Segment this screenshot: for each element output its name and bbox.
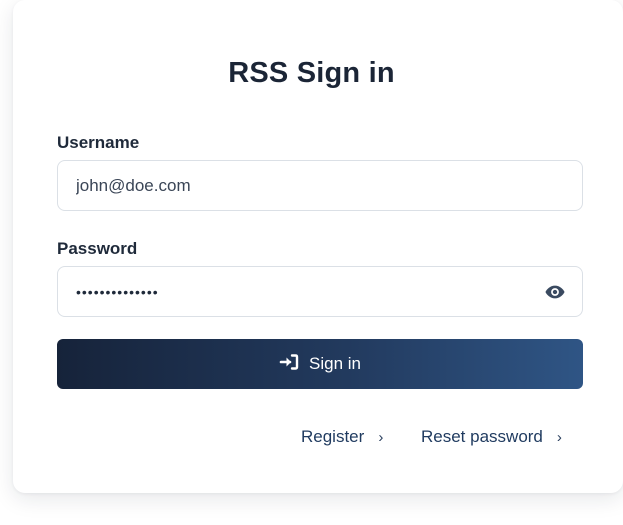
username-label: Username <box>57 133 140 152</box>
reset-password-label: Reset password <box>421 427 543 446</box>
eye-icon[interactable] <box>544 282 566 302</box>
register-link[interactable]: Register › <box>301 427 383 447</box>
chevron-right-icon: › <box>556 428 562 446</box>
username-field-wrapper <box>57 160 583 211</box>
sign-in-button[interactable]: Sign in <box>57 339 583 389</box>
register-label: Register <box>301 427 365 446</box>
username-input[interactable] <box>58 161 582 210</box>
sign-in-icon <box>279 353 299 376</box>
chevron-right-icon: › <box>378 428 384 446</box>
password-label: Password <box>57 239 138 258</box>
reset-password-link[interactable]: Reset password › <box>421 427 562 447</box>
sign-in-label: Sign in <box>309 354 361 373</box>
page-title: RSS Sign in <box>228 57 395 89</box>
password-input[interactable] <box>58 267 582 316</box>
password-field-wrapper <box>57 266 583 317</box>
